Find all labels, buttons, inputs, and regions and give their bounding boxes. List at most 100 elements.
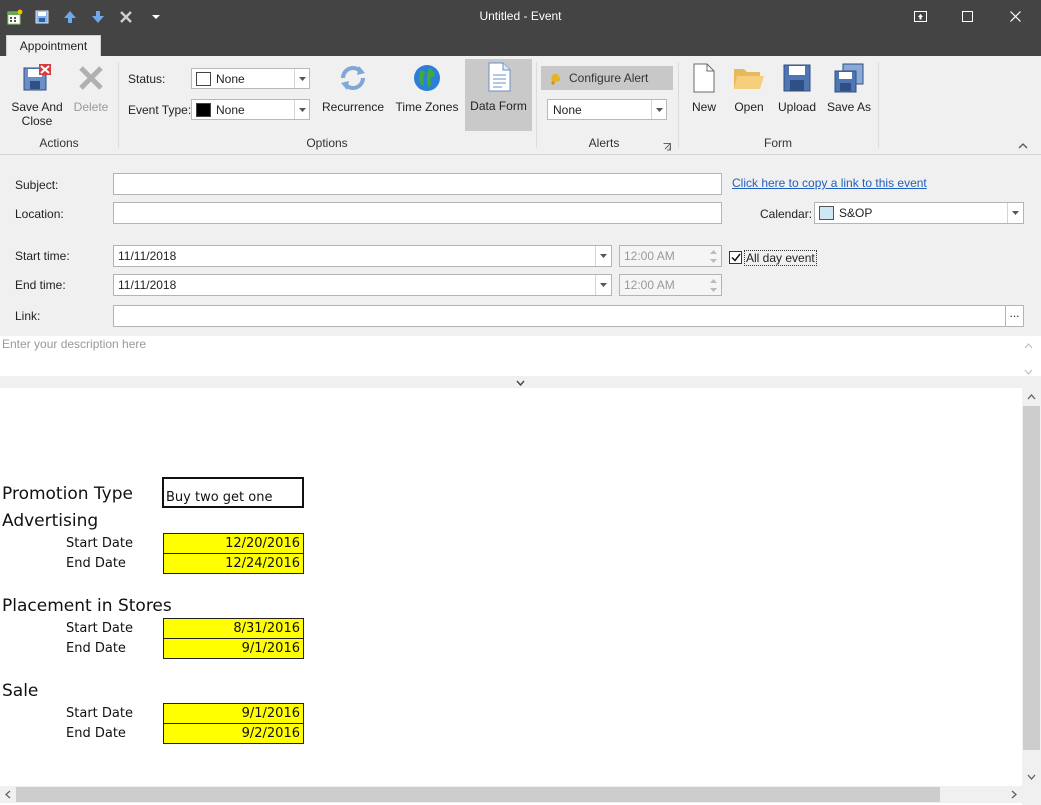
link-browse-button[interactable]: ... — [1005, 306, 1023, 326]
window-title: Untitled - Event — [479, 9, 562, 23]
scroll-up-arrow-icon[interactable] — [1022, 388, 1041, 406]
sale-end-label: End Date — [66, 726, 126, 741]
end-date-picker[interactable]: 11/11/2018 — [113, 274, 612, 296]
close-window-icon[interactable] — [992, 0, 1038, 33]
chevron-down-icon — [294, 69, 309, 88]
placement-end-cell[interactable]: 9/1/2016 — [163, 638, 304, 659]
start-time-value: 12:00 AM — [624, 249, 675, 263]
end-time-spinner[interactable]: 12:00 AM — [619, 274, 722, 296]
event-type-value: None — [216, 103, 245, 117]
start-time-label: Start time: — [15, 249, 70, 263]
start-date-picker[interactable]: 11/11/2018 — [113, 245, 612, 267]
promotion-type-label: Promotion Type — [2, 484, 133, 504]
section-title-advertising: Advertising — [2, 511, 99, 531]
panel-splitter[interactable] — [0, 376, 1041, 388]
chevron-down-icon — [516, 375, 525, 389]
chevron-down-icon — [1007, 203, 1023, 223]
scroll-up-arrow-icon[interactable] — [1024, 338, 1033, 352]
group-separator — [878, 62, 879, 148]
chevron-down-icon — [294, 100, 309, 119]
alert-select[interactable]: None — [547, 99, 667, 120]
placement-start-label: Start Date — [66, 621, 133, 636]
group-label-options: Options — [306, 136, 348, 150]
title-bar: Untitled - Event — [0, 0, 1041, 33]
vertical-scrollbar[interactable] — [1022, 388, 1041, 786]
status-select[interactable]: None — [191, 68, 310, 89]
alert-value: None — [553, 103, 582, 117]
scroll-right-arrow-icon[interactable] — [1006, 786, 1022, 803]
horizontal-scroll-thumb[interactable] — [16, 787, 940, 802]
ribbon-tab-strip: Appointment — [0, 33, 1041, 56]
all-day-label[interactable]: All day event — [744, 250, 817, 266]
subject-input[interactable] — [113, 173, 722, 195]
delete-label: Delete — [73, 100, 109, 114]
save-as-button[interactable]: Save As — [826, 60, 872, 114]
ribbon: Save And Close Delete Actions Status: No… — [0, 56, 1041, 155]
sale-end-cell[interactable]: 9/2/2016 — [163, 723, 304, 744]
location-label: Location: — [15, 207, 64, 221]
status-label: Status: — [128, 72, 166, 86]
sale-start-cell[interactable]: 9/1/2016 — [163, 703, 304, 724]
tab-appointment[interactable]: Appointment — [6, 35, 101, 56]
upload-button[interactable]: Upload — [774, 60, 820, 114]
vertical-scroll-thumb[interactable] — [1023, 406, 1040, 750]
group-label-actions: Actions — [39, 136, 79, 150]
group-label-form: Form — [764, 136, 792, 150]
time-zones-label: Time Zones — [395, 100, 459, 114]
event-type-color-swatch — [196, 103, 211, 117]
placement-start-cell[interactable]: 8/31/2016 — [163, 618, 304, 639]
link-label: Link: — [15, 309, 41, 323]
dialog-launcher-icon[interactable] — [663, 140, 671, 154]
delete-button[interactable]: Delete — [70, 60, 112, 114]
maximize-icon[interactable] — [944, 0, 990, 33]
end-time-label: End time: — [15, 278, 66, 292]
advertising-start-cell[interactable]: 12/20/2016 — [163, 533, 304, 554]
data-form-sheet: Promotion Type Buy two get one Advertisi… — [0, 388, 1022, 786]
all-day-checkbox[interactable] — [729, 251, 742, 264]
collapse-ribbon-icon[interactable] — [1018, 138, 1028, 152]
calendar-select[interactable]: S&OP — [814, 202, 1024, 224]
sale-start-label: Start Date — [66, 706, 133, 721]
new-form-button[interactable]: New — [686, 60, 722, 114]
start-time-spinner[interactable]: 12:00 AM — [619, 245, 722, 267]
group-label-alerts: Alerts — [588, 136, 620, 150]
upload-label: Upload — [777, 100, 817, 114]
data-form-button[interactable]: Data Form — [465, 59, 532, 131]
recurrence-icon — [335, 60, 371, 96]
start-date-value: 11/11/2018 — [118, 249, 177, 263]
event-type-select[interactable]: None — [191, 99, 310, 120]
configure-alert-button[interactable]: Configure Alert — [541, 66, 673, 90]
status-color-swatch — [196, 72, 211, 86]
advertising-end-cell[interactable]: 12/24/2016 — [163, 553, 304, 574]
configure-alert-label: Configure Alert — [569, 71, 649, 85]
restore-ribbon-icon[interactable] — [897, 0, 943, 33]
recurrence-button[interactable]: Recurrence — [320, 60, 386, 114]
scrollbar-corner — [1022, 786, 1041, 805]
end-date-value: 11/11/2018 — [118, 278, 177, 292]
chevron-down-icon — [595, 275, 611, 295]
scroll-left-arrow-icon[interactable] — [0, 786, 16, 803]
calendar-value: S&OP — [839, 206, 873, 220]
scroll-down-arrow-icon[interactable] — [1022, 768, 1041, 786]
save-and-close-button[interactable]: Save And Close — [6, 60, 68, 128]
link-input[interactable]: ... — [113, 305, 1024, 327]
open-label: Open — [734, 100, 764, 114]
save-close-label-1: Save And — [11, 100, 63, 114]
copy-link-link[interactable]: Click here to copy a link to this event — [732, 176, 927, 190]
description-editor[interactable]: Enter your description here — [0, 336, 1041, 376]
placement-end-label: End Date — [66, 641, 126, 656]
open-form-button[interactable]: Open — [728, 60, 770, 114]
section-title-placement: Placement in Stores — [2, 596, 172, 616]
calendar-color-swatch — [819, 206, 834, 220]
recurrence-label: Recurrence — [321, 100, 385, 114]
new-label: New — [691, 100, 716, 114]
event-details-form: Subject: Click here to copy a link to th… — [0, 155, 1041, 336]
bell-icon — [547, 71, 563, 85]
location-input[interactable] — [113, 202, 722, 224]
save-close-icon — [19, 60, 55, 96]
document-icon — [481, 59, 517, 95]
promotion-type-cell[interactable]: Buy two get one — [162, 477, 304, 508]
horizontal-scrollbar[interactable] — [0, 786, 1022, 803]
save-as-label: Save As — [826, 100, 872, 114]
time-zones-button[interactable]: Time Zones — [392, 60, 462, 114]
